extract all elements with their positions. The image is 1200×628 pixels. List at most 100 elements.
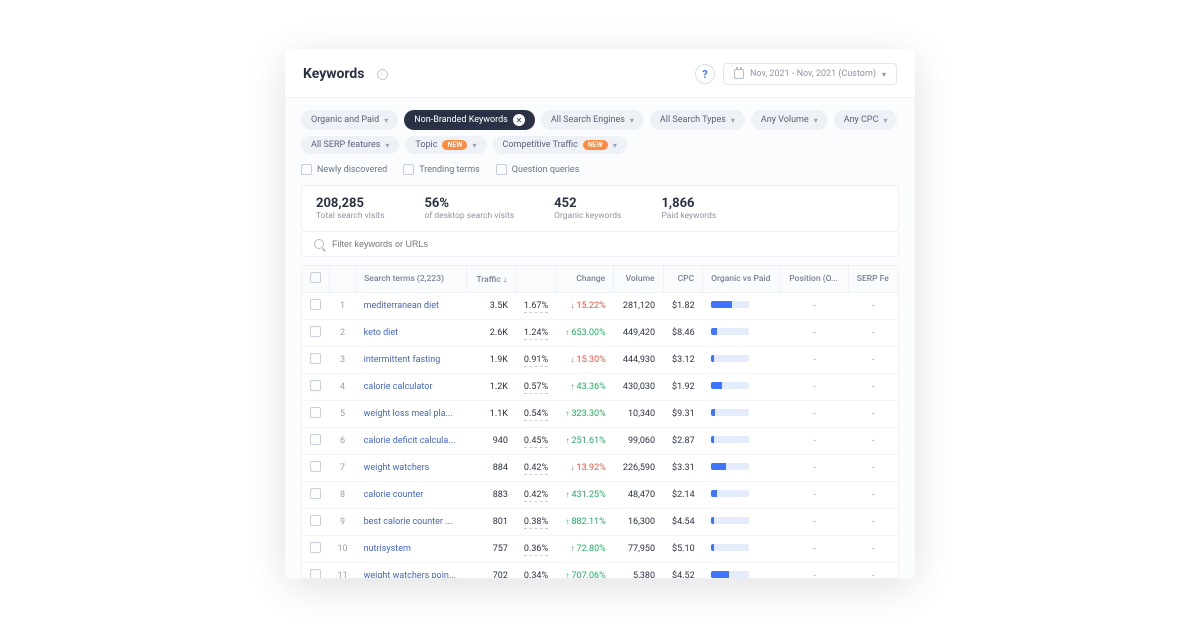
serp-value: - <box>848 401 898 428</box>
stat-3: 1,866Paid keywords <box>661 196 716 221</box>
search-term-link[interactable]: best calorie counter ... <box>356 509 467 536</box>
cpc-value: $3.31 <box>663 455 703 482</box>
filter-pill-2[interactable]: All Search Engines▾ <box>541 110 644 130</box>
change-value: ↑431.25% <box>556 482 614 509</box>
search-term-link[interactable]: weight watchers poin... <box>356 563 467 580</box>
col-traffic[interactable]: Traffic ↓ <box>467 266 516 293</box>
search-term-link[interactable]: keto diet <box>356 320 467 347</box>
serp-value: - <box>848 374 898 401</box>
select-all-checkbox[interactable] <box>310 272 321 283</box>
row-checkbox[interactable] <box>310 461 321 472</box>
traffic-value: 702 <box>467 563 516 580</box>
check-filter-2[interactable]: Question queries <box>496 164 580 175</box>
ovp-bar <box>703 374 781 401</box>
chevron-down-icon: ▾ <box>731 116 735 125</box>
row-checkbox[interactable] <box>310 515 321 526</box>
row-number: 8 <box>330 482 356 509</box>
filter-pill-4[interactable]: Any Volume▾ <box>751 110 828 130</box>
traffic-value: 1.1K <box>467 401 516 428</box>
row-checkbox[interactable] <box>310 353 321 364</box>
cpc-value: $2.87 <box>663 428 703 455</box>
row-number: 9 <box>330 509 356 536</box>
col-cpc[interactable]: CPC <box>663 266 703 293</box>
info-icon[interactable]: i <box>377 69 388 80</box>
stat-label: Organic keywords <box>554 211 621 221</box>
row-checkbox[interactable] <box>310 407 321 418</box>
traffic-pct: 0.42% <box>516 455 556 482</box>
row-checkbox[interactable] <box>310 326 321 337</box>
traffic-value: 884 <box>467 455 516 482</box>
search-term-link[interactable]: intermittent fasting <box>356 347 467 374</box>
traffic-value: 3.5K <box>467 293 516 320</box>
volume-value: 449,420 <box>614 320 663 347</box>
traffic-pct: 0.38% <box>516 509 556 536</box>
row-number: 2 <box>330 320 356 347</box>
row-checkbox[interactable] <box>310 542 321 553</box>
volume-value: 430,030 <box>614 374 663 401</box>
search-term-link[interactable]: nutrisystem <box>356 536 467 563</box>
change-value: ↑653.00% <box>556 320 614 347</box>
search-term-link[interactable]: calorie counter <box>356 482 467 509</box>
search-term-link[interactable]: weight watchers <box>356 455 467 482</box>
cpc-value: $2.14 <box>663 482 703 509</box>
row-checkbox[interactable] <box>310 569 321 579</box>
filter-pill-7[interactable]: TopicNEW▾ <box>405 136 486 154</box>
row-checkbox[interactable] <box>310 434 321 445</box>
table-row: 11weight watchers poin...7020.34%↑707.06… <box>302 563 898 580</box>
help-button[interactable]: ? <box>695 64 715 84</box>
date-range-label: Nov, 2021 - Nov, 2021 (Custom) <box>750 69 876 79</box>
chevron-down-icon: ▾ <box>882 70 886 79</box>
filter-pill-8[interactable]: Competitive TrafficNEW▾ <box>493 136 627 154</box>
traffic-pct: 0.42% <box>516 482 556 509</box>
filter-search[interactable] <box>301 232 899 257</box>
stat-2: 452Organic keywords <box>554 196 621 221</box>
check-filter-0[interactable]: Newly discovered <box>301 164 387 175</box>
search-term-link[interactable]: weight loss meal pla... <box>356 401 467 428</box>
page-title: Keywords <box>303 66 365 82</box>
stat-1: 56%of desktop search visits <box>424 196 514 221</box>
col-change[interactable]: Change <box>556 266 614 293</box>
position-value: - <box>781 455 848 482</box>
volume-value: 281,120 <box>614 293 663 320</box>
row-checkbox[interactable] <box>310 488 321 499</box>
volume-value: 10,340 <box>614 401 663 428</box>
filter-label: Organic and Paid <box>311 115 379 125</box>
filter-pill-6[interactable]: All SERP features▾ <box>301 136 399 154</box>
filter-pill-1[interactable]: Non-Branded Keywords✕ <box>404 110 535 130</box>
stat-label: Paid keywords <box>661 211 716 221</box>
change-value: ↑882.11% <box>556 509 614 536</box>
search-term-link[interactable]: calorie deficit calcula... <box>356 428 467 455</box>
ovp-bar <box>703 563 781 580</box>
filter-pill-0[interactable]: Organic and Paid ▾ <box>301 110 398 130</box>
table-row: 6calorie deficit calcula...9400.45%↑251.… <box>302 428 898 455</box>
row-number: 6 <box>330 428 356 455</box>
change-value: ↑72.80% <box>556 536 614 563</box>
table-row: 8calorie counter8830.42%↑431.25%48,470$2… <box>302 482 898 509</box>
change-value: ↑251.61% <box>556 428 614 455</box>
col-search-terms[interactable]: Search terms (2,223) <box>356 266 467 293</box>
filter-pill-3[interactable]: All Search Types▾ <box>650 110 745 130</box>
row-number: 5 <box>330 401 356 428</box>
date-range-picker[interactable]: Nov, 2021 - Nov, 2021 (Custom) ▾ <box>723 63 897 85</box>
col-volume[interactable]: Volume <box>614 266 663 293</box>
row-checkbox[interactable] <box>310 380 321 391</box>
check-label: Trending terms <box>419 165 480 175</box>
table-row: 3intermittent fasting1.9K0.91%↓15.30%444… <box>302 347 898 374</box>
filter-pill-5[interactable]: Any CPC▾ <box>834 110 898 130</box>
check-filter-1[interactable]: Trending terms <box>403 164 480 175</box>
chevron-down-icon: ▾ <box>384 116 388 125</box>
checkbox-icon <box>301 164 312 175</box>
col-serp[interactable]: SERP Fe <box>848 266 898 293</box>
position-value: - <box>781 563 848 580</box>
search-term-link[interactable]: mediterranean diet <box>356 293 467 320</box>
search-term-link[interactable]: calorie calculator <box>356 374 467 401</box>
serp-value: - <box>848 455 898 482</box>
col-ovp[interactable]: Organic vs Paid <box>703 266 781 293</box>
close-icon[interactable]: ✕ <box>513 114 525 126</box>
volume-value: 99,060 <box>614 428 663 455</box>
position-value: - <box>781 509 848 536</box>
ovp-bar <box>703 482 781 509</box>
row-checkbox[interactable] <box>310 299 321 310</box>
search-input[interactable] <box>332 239 886 249</box>
col-position[interactable]: Position (O... <box>781 266 848 293</box>
